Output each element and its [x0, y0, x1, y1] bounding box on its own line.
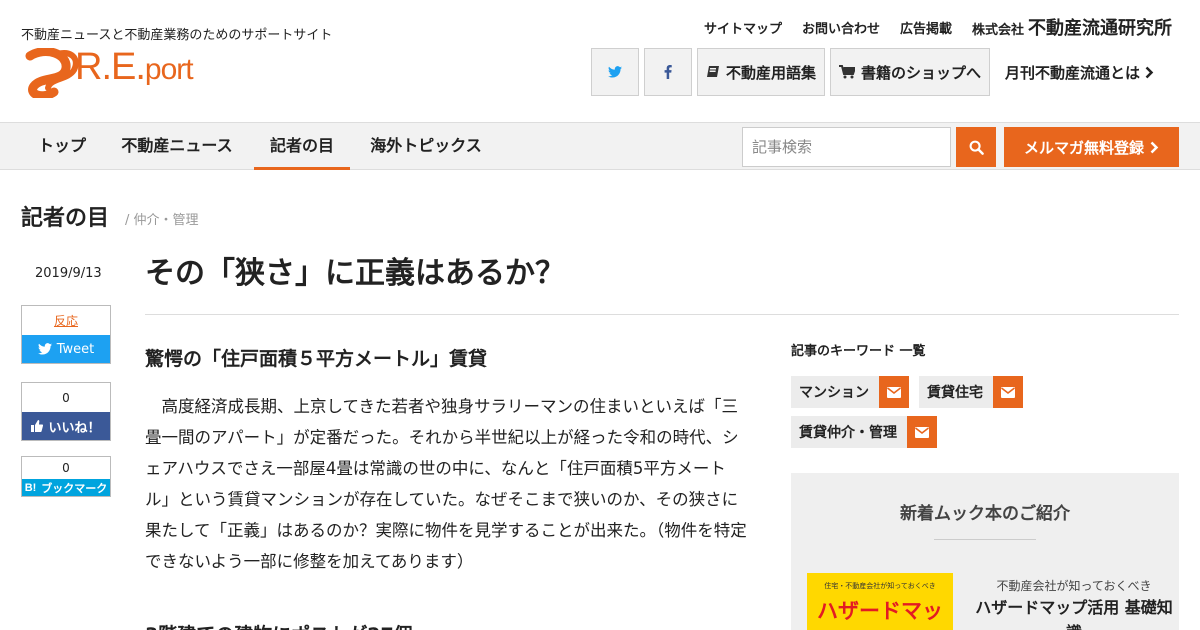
- facebook-like-count: 0: [62, 390, 70, 405]
- search-button[interactable]: [956, 127, 996, 167]
- monthly-magazine-link[interactable]: 月刊不動産流通とは: [1005, 62, 1154, 83]
- twitter-icon: [37, 343, 52, 355]
- site-tagline: 不動産ニュースと不動産業務のためのサポートサイト: [21, 28, 333, 43]
- new-mook-promo: 新着ムック本のご紹介 住宅・不動産会社が知っておくべき ハザードマップ 不動産会…: [791, 473, 1179, 630]
- facebook-icon: [664, 65, 672, 79]
- mail-subscribe-button[interactable]: [993, 376, 1023, 408]
- glossary-label: 不動産用語集: [726, 63, 817, 82]
- article-date: 2019/9/13: [35, 266, 102, 281]
- hatena-bookmark-widget: 0 B! ブックマーク: [21, 456, 111, 497]
- book-cover[interactable]: 住宅・不動産会社が知っておくべき ハザードマップ: [807, 573, 953, 630]
- search-icon: [969, 140, 984, 155]
- nav-item-top[interactable]: トップ: [21, 123, 103, 170]
- thumbs-up-icon: [31, 420, 44, 432]
- title-divider: [145, 314, 1179, 315]
- promo-book-title[interactable]: ハザードマップ活用 基礎知識: [969, 595, 1179, 630]
- promo-divider: [934, 539, 1036, 540]
- article-subheading: 驚愕の「住戸面積５平方メートル」賃貸: [145, 348, 488, 370]
- sitemap-link[interactable]: サイトマップ: [704, 18, 782, 37]
- chevron-right-icon: [1150, 141, 1159, 153]
- company-name: 不動産流通研究所: [1028, 18, 1172, 39]
- hatena-b-icon: B!: [24, 481, 37, 494]
- envelope-icon: [887, 386, 901, 398]
- keyword-label: 賃貸住宅: [927, 385, 983, 401]
- tweet-label: Tweet: [56, 341, 95, 357]
- monthly-label: 月刊不動産流通とは: [1005, 63, 1141, 82]
- facebook-button[interactable]: [644, 48, 692, 96]
- envelope-icon: [1001, 386, 1015, 398]
- newsletter-label: メルマガ無料登録: [1023, 138, 1144, 157]
- promo-title: 新着ムック本のご紹介: [900, 504, 1070, 524]
- twitter-button[interactable]: [591, 48, 639, 96]
- twitter-reaction: 反応: [22, 306, 110, 335]
- company-prefix: 株式会社: [971, 23, 1024, 38]
- shopping-cart-icon: [839, 65, 856, 79]
- keywords-title: 記事のキーワード 一覧: [791, 344, 926, 359]
- advertise-link[interactable]: 広告掲載: [900, 18, 952, 37]
- facebook-like-label: いいね！: [48, 420, 101, 436]
- mail-subscribe-button[interactable]: [907, 416, 937, 448]
- section-title: 記者の目: [21, 206, 110, 231]
- hatena-bookmark-button[interactable]: B! ブックマーク: [22, 479, 110, 496]
- promo-book-subtitle: 不動産会社が知っておくべき: [996, 579, 1152, 593]
- logo-text-main: R.E.: [75, 46, 146, 88]
- contact-link[interactable]: お問い合わせ: [802, 18, 880, 37]
- keyword-label: 賃貸仲介・管理: [799, 425, 897, 441]
- newsletter-signup-button[interactable]: メルマガ無料登録: [1004, 127, 1179, 167]
- shop-button[interactable]: 書籍のショップへ: [830, 48, 991, 96]
- keyword-tag[interactable]: 賃貸仲介・管理: [791, 416, 937, 448]
- twitter-share-widget: 反応 Tweet: [21, 305, 111, 364]
- article-section-heading: 3階建ての建物にポストが27個: [145, 620, 413, 630]
- nav-item-overseas[interactable]: 海外トピックス: [360, 123, 492, 170]
- site-header: 不動産ニュースと不動産業務のためのサポートサイト R.E.port サイトマップ…: [0, 0, 1200, 122]
- book-cover-small-text: 住宅・不動産会社が知っておくべき: [824, 582, 936, 590]
- envelope-icon: [915, 426, 929, 438]
- hatena-bookmark-count: 0: [62, 461, 70, 475]
- main-nav: トップ 不動産ニュース 記者の目 海外トピックス メルマガ無料登録: [0, 122, 1200, 170]
- nav-item-news[interactable]: 不動産ニュース: [108, 123, 246, 170]
- mail-subscribe-button[interactable]: [879, 376, 909, 408]
- nav-item-reporter-eye[interactable]: 記者の目: [254, 123, 350, 170]
- shop-label: 書籍のショップへ: [861, 63, 982, 82]
- company-link[interactable]: 株式会社 不動産流通研究所: [972, 14, 1172, 40]
- site-logo-text[interactable]: R.E.port: [75, 46, 194, 89]
- twitter-reaction-link[interactable]: 反応: [54, 312, 78, 329]
- section-category[interactable]: / 仲介・管理: [125, 209, 199, 228]
- article-title: その「狭さ」に正義はあるか？: [145, 256, 565, 291]
- book-cover-title: ハザードマップ: [817, 599, 943, 630]
- book-icon: [707, 66, 719, 77]
- top-links: サイトマップ お問い合わせ 広告掲載 株式会社 不動産流通研究所: [704, 14, 1172, 40]
- keyword-tag[interactable]: マンション: [791, 376, 909, 408]
- twitter-icon: [608, 66, 622, 78]
- chevron-right-icon: [1145, 66, 1154, 78]
- keyword-label: マンション: [799, 385, 869, 401]
- hatena-bookmark-label: ブックマーク: [41, 481, 108, 495]
- facebook-like-button[interactable]: いいね！: [22, 412, 110, 440]
- facebook-like-widget: 0 いいね！: [21, 382, 111, 441]
- header-button-row: 不動産用語集 書籍のショップへ 月刊不動産流通とは: [591, 48, 1154, 96]
- keyword-tag[interactable]: 賃貸住宅: [919, 376, 1023, 408]
- search-input[interactable]: [742, 127, 951, 167]
- article-body: 高度経済成長期、上京してきた若者や独身サラリーマンの住まいといえば「三畳一間のア…: [145, 397, 747, 571]
- glossary-button[interactable]: 不動産用語集: [697, 48, 826, 96]
- logo-text-small: port: [144, 53, 194, 86]
- tweet-button[interactable]: Tweet: [22, 335, 110, 363]
